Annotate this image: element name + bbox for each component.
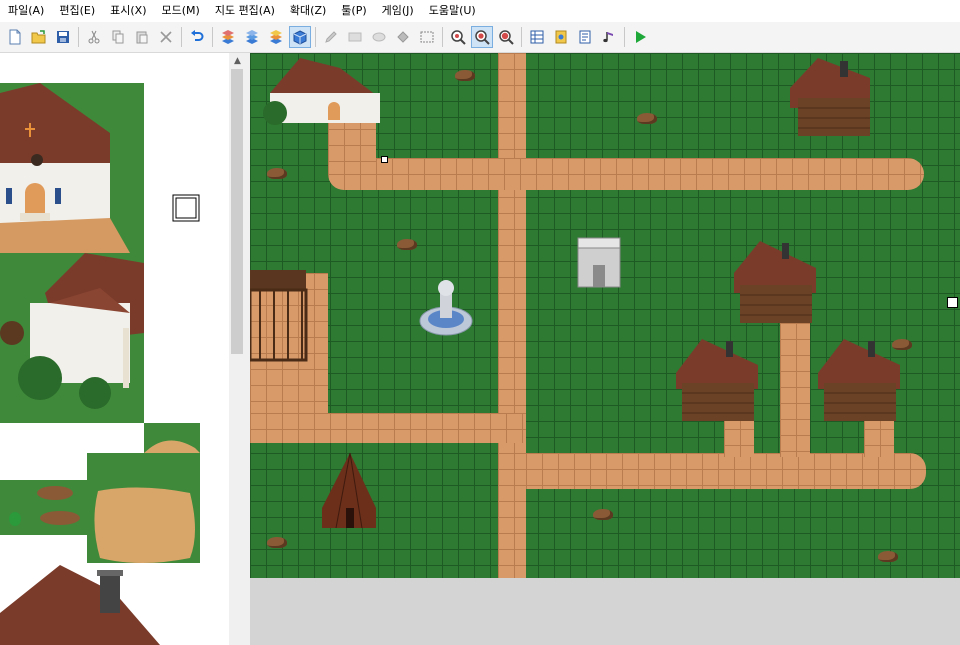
- layer-2-icon[interactable]: [241, 26, 263, 48]
- scroll-thumb[interactable]: [231, 69, 243, 354]
- zoom-4-icon[interactable]: [495, 26, 517, 48]
- new-file-icon[interactable]: [4, 26, 26, 48]
- palette-scrollbar[interactable]: ▲: [229, 53, 246, 645]
- menu-map-edit[interactable]: 지도 편집(A): [207, 0, 282, 22]
- wooden-house: [790, 58, 870, 136]
- fill-bucket-icon[interactable]: [392, 26, 414, 48]
- menu-help[interactable]: 도움말(U): [421, 0, 483, 22]
- open-folder-icon[interactable]: [28, 26, 50, 48]
- delete-icon[interactable]: [155, 26, 177, 48]
- toolbar-separator: [624, 27, 625, 47]
- toolbar-separator: [212, 27, 213, 47]
- toolbar-separator: [521, 27, 522, 47]
- map-view[interactable]: [250, 53, 960, 645]
- paste-icon[interactable]: [131, 26, 153, 48]
- tent: [322, 452, 376, 529]
- wooden-house: [676, 339, 758, 421]
- rectangle-icon[interactable]: [344, 26, 366, 48]
- scroll-up-icon[interactable]: ▲: [232, 56, 243, 67]
- toolbar-separator: [442, 27, 443, 47]
- event-marker[interactable]: [381, 156, 388, 163]
- toolbar-separator: [78, 27, 79, 47]
- tileset-image[interactable]: [0, 53, 229, 645]
- wooden-house: [818, 339, 900, 421]
- wooden-house: [734, 241, 816, 323]
- script-icon[interactable]: [574, 26, 596, 48]
- fountain: [419, 280, 473, 336]
- church-building: [263, 58, 380, 125]
- menu-zoom[interactable]: 확대(Z): [282, 0, 333, 22]
- database-icon[interactable]: [526, 26, 548, 48]
- toolbar: [0, 22, 960, 53]
- menu-bar: 파일(A) 편집(E) 표시(X) 모드(M) 지도 편집(A) 확대(Z) 툴…: [0, 0, 960, 22]
- map-objects: [250, 58, 900, 529]
- resources-icon[interactable]: [550, 26, 572, 48]
- layer-1-icon[interactable]: [217, 26, 239, 48]
- map-resize-handle[interactable]: [947, 297, 958, 308]
- select-icon[interactable]: [416, 26, 438, 48]
- copy-icon[interactable]: [107, 26, 129, 48]
- map-canvas[interactable]: [250, 53, 960, 578]
- playtest-icon[interactable]: [629, 26, 651, 48]
- menu-view[interactable]: 표시(X): [102, 0, 153, 22]
- undo-icon[interactable]: [186, 26, 208, 48]
- ellipse-icon[interactable]: [368, 26, 390, 48]
- layer-3-icon[interactable]: [265, 26, 287, 48]
- sound-test-icon[interactable]: [598, 26, 620, 48]
- stone-storehouse: [577, 237, 621, 288]
- tileset-palette[interactable]: [0, 53, 246, 645]
- pencil-icon[interactable]: [320, 26, 342, 48]
- menu-tools[interactable]: 툴(P): [333, 0, 373, 22]
- menu-file[interactable]: 파일(A): [0, 0, 51, 22]
- zoom-2-icon[interactable]: [471, 26, 493, 48]
- zoom-1-icon[interactable]: [447, 26, 469, 48]
- market-stall: [250, 270, 308, 362]
- cut-icon[interactable]: [83, 26, 105, 48]
- menu-game[interactable]: 게임(J): [374, 0, 421, 22]
- menu-edit[interactable]: 편집(E): [51, 0, 102, 22]
- menu-mode[interactable]: 모드(M): [154, 0, 207, 22]
- events-layer-icon[interactable]: [289, 26, 311, 48]
- save-disk-icon[interactable]: [52, 26, 74, 48]
- toolbar-separator: [315, 27, 316, 47]
- toolbar-separator: [181, 27, 182, 47]
